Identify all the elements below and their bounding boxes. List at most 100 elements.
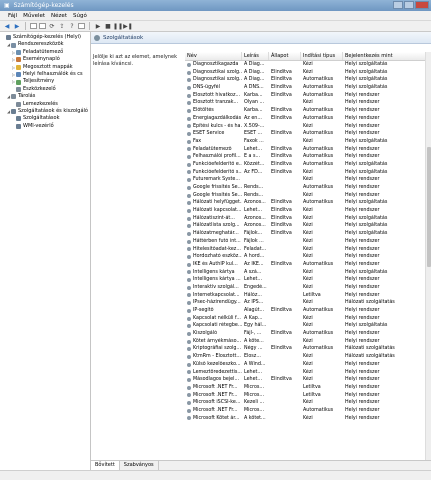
service-row[interactable]: Külső kezelőeszko... A Wind... Kézi Helyi r…	[185, 361, 429, 369]
service-gear-icon	[187, 331, 191, 336]
tree-item[interactable]: Lemezkezelés	[0, 101, 90, 108]
service-row[interactable]: Microsoft .NET Fr... Micros... Automatikus…	[185, 407, 429, 415]
console-icon[interactable]	[78, 23, 85, 29]
service-log-on-as: Helyi rendszer	[345, 115, 380, 121]
service-row[interactable]: Hálózatmeghatár... Fájlok... Elindítva Kézi…	[185, 230, 429, 238]
menu-file[interactable]: Fájl	[8, 11, 17, 20]
service-row[interactable]: Funkcióefelderítő e... Közzét... Elindítva…	[185, 161, 429, 169]
service-status	[269, 192, 301, 200]
service-description: X.509-...	[244, 123, 265, 129]
service-row[interactable]: IPsec-házirendügy... Az IPS... Kézi Hálózat…	[185, 299, 429, 307]
service-startup-type: Kézi	[303, 100, 313, 106]
service-row[interactable]: Kiszolgáló Fájl-, ... Elindítva Automatikus…	[185, 330, 429, 338]
service-row[interactable]: Előtöltés Karba... Elindítva Automatikus Hel…	[185, 107, 429, 115]
stop-icon[interactable]: ■	[104, 23, 112, 30]
service-row[interactable]: Hordozható eszköz... A hord... Kézi Helyi r…	[185, 253, 429, 261]
start-icon[interactable]: ▶	[94, 23, 102, 30]
properties-icon[interactable]	[39, 23, 46, 29]
service-row[interactable]: Kriptográfiai szolg... Négy ... Elindítva A…	[185, 345, 429, 353]
service-status: Elindítva	[271, 223, 292, 229]
service-row[interactable]: Feladatütemező Lehet... Elindítva Automatik…	[185, 146, 429, 154]
forward-icon[interactable]: ▶	[13, 23, 21, 30]
column-description[interactable]: Leírás	[242, 52, 269, 60]
service-row[interactable]: Energiagazdálkodás Az en... Elindítva Autom…	[185, 115, 429, 123]
service-status: Elindítva	[271, 331, 292, 337]
tree-item[interactable]: ▷ Eseménynapló	[0, 56, 90, 63]
column-log-on-as[interactable]: Bejelentkezés mint	[343, 52, 429, 60]
tab-standard[interactable]: Szabványos	[120, 461, 159, 470]
service-row[interactable]: Hálózati kapcsolat... Lehet... Elindítva Ké…	[185, 207, 429, 215]
service-row[interactable]: Google frissítés Se... Rends... Kézi Helyi …	[185, 192, 429, 200]
tree-item[interactable]: ▷ Megosztott mappák	[0, 64, 90, 71]
service-row[interactable]: Fax Faxok ... Kézi Helyi szolgáltatás	[185, 138, 429, 146]
service-row[interactable]: Háttérben futó int... Fájlok ... Kézi Helyi…	[185, 238, 429, 246]
service-row[interactable]: Hitelesítőadat-kez... Feladat... Kézi Helyi…	[185, 246, 429, 254]
tree-node-icon	[16, 79, 21, 85]
service-row[interactable]: Felhasználói profil... E a s... Elindítva A…	[185, 153, 429, 161]
service-row[interactable]: Internetkapcsolat... Hálóz... Letiltva Hely…	[185, 292, 429, 300]
service-row[interactable]: Microsoft .NET Fr... Micros... Letiltva Hel…	[185, 384, 429, 392]
service-row[interactable]: Futuremark Syste... Kézi Helyi rendszer	[185, 176, 429, 184]
column-name[interactable]: Név	[185, 52, 242, 60]
tree-item[interactable]: Szolgáltatások	[0, 115, 90, 122]
maximize-button[interactable]	[404, 1, 414, 9]
service-row[interactable]: Kapcsolat nélküli f... A Kap... Kézi Helyi …	[185, 315, 429, 323]
vertical-scrollbar[interactable]	[425, 52, 431, 464]
toolbar-separator	[25, 22, 26, 30]
tree-item[interactable]: ◢ Rendszereszközök	[0, 41, 90, 48]
service-gear-icon	[187, 216, 191, 221]
service-row[interactable]: Hálózati helyfügget... Azonos... Elindítva…	[185, 199, 429, 207]
service-row[interactable]: Diagnosztikai szolg... A Diag... Elindítva…	[185, 76, 429, 84]
service-status	[269, 176, 301, 184]
tree-item[interactable]: Számítógép-kezelés (Helyi)	[0, 34, 90, 41]
service-row[interactable]: Másodlagos bejel... Lehet... Elindítva Kézi…	[185, 376, 429, 384]
tree-item[interactable]: ◢ Tárolás	[0, 93, 90, 100]
menu-action[interactable]: Művelet	[23, 11, 45, 20]
restart-icon[interactable]: ▶❚	[123, 23, 133, 30]
pause-icon[interactable]: ❚❚	[113, 23, 123, 30]
export-icon[interactable]: ⇪	[58, 23, 66, 30]
service-row[interactable]: ESET Service ESET ... Elindítva Automatikus…	[185, 130, 429, 138]
service-row[interactable]: Intelligens kártya A szá... Kézi Helyi szol…	[185, 269, 429, 277]
column-status[interactable]: Állapot	[269, 52, 301, 60]
tree-item-label: Eseménynapló	[23, 56, 60, 63]
service-row[interactable]: Interaktív szolgál... Engedé... Kézi Helyi …	[185, 284, 429, 292]
service-row[interactable]: Microsoft iSCSI-ke... Kezeli ... Kézi Helyi…	[185, 399, 429, 407]
service-row[interactable]: Építési kulcs - és ha... X.509-... Kézi Hel…	[185, 123, 429, 131]
service-row[interactable]: Intelligens kártya ... Lehet... Kézi Helyi …	[185, 276, 429, 284]
service-row[interactable]: KtmRm - Elosztott... Elosz... Kézi Hálózati…	[185, 353, 429, 361]
service-status	[269, 138, 301, 146]
show-tree-icon[interactable]	[30, 23, 37, 29]
service-row[interactable]: Lemeztöredezettis... Lehet... Kézi Helyi re…	[185, 369, 429, 377]
service-row[interactable]: Elosztott hivatkoz... Karba... Elindítva Au…	[185, 92, 429, 100]
tab-extended[interactable]: Bővített	[91, 461, 120, 470]
minimize-button[interactable]	[393, 1, 403, 9]
back-icon[interactable]: ◀	[3, 23, 11, 30]
service-row[interactable]: Microsoft .NET Fr... Micros... Letiltva Hel…	[185, 392, 429, 400]
service-row[interactable]: Elosztott tranzak... Olyan ... Kézi Helyi r…	[185, 99, 429, 107]
service-row[interactable]: IP-segítő Alagút... Elindítva Automatikus He…	[185, 307, 429, 315]
service-row[interactable]: Diagnosztikai szolg... A Diag... Elindítva…	[185, 69, 429, 77]
service-row[interactable]: Funkcióefelderítő s... Az FD... Elindítva K…	[185, 169, 429, 177]
close-button[interactable]	[415, 1, 429, 9]
service-row[interactable]: Microsoft Kötet ár... A kötet... Kézi Helyi…	[185, 415, 429, 423]
service-row[interactable]: Hálózatlista szolg... Azonos... Elindítva K…	[185, 222, 429, 230]
service-name-text: Felhasználói profil...	[193, 154, 241, 160]
tree-item[interactable]: WMI-vezérlő	[0, 123, 90, 130]
menu-view[interactable]: Nézet	[51, 11, 67, 20]
service-row[interactable]: DNS-ügyfél A DNS... Elindítva Automatikus He…	[185, 84, 429, 92]
help-icon[interactable]: ?	[68, 23, 76, 30]
tree-item[interactable]: Eszközkezelő	[0, 86, 90, 93]
service-row[interactable]: IKE és AuthIP kul... Az IKE... Elindítva Au…	[185, 261, 429, 269]
service-row[interactable]: Kapcsolati rétegbe... Egy hál... Kézi Helyi…	[185, 322, 429, 330]
service-row[interactable]: Hálózatiszint-át... Azonos... Elindítva Kéz…	[185, 215, 429, 223]
service-row[interactable]: Kötet árnyékmáso... A köte... Kézi Helyi re…	[185, 338, 429, 346]
service-row[interactable]: Google frissítés Se... Rends... Automatiku…	[185, 184, 429, 192]
service-log-on-as: Helyi szolgáltatás	[345, 269, 388, 275]
refresh-icon[interactable]: ⟳	[48, 23, 56, 30]
column-startup-type[interactable]: Indítási típus	[301, 52, 343, 60]
tree-item[interactable]: ▷ Teljesítmény	[0, 78, 90, 85]
menu-help[interactable]: Súgó	[73, 11, 87, 20]
service-row[interactable]: Diagnosztikagazda A Diag... Kézi Helyi szol…	[185, 61, 429, 69]
scrollbar-thumb[interactable]	[427, 147, 431, 267]
